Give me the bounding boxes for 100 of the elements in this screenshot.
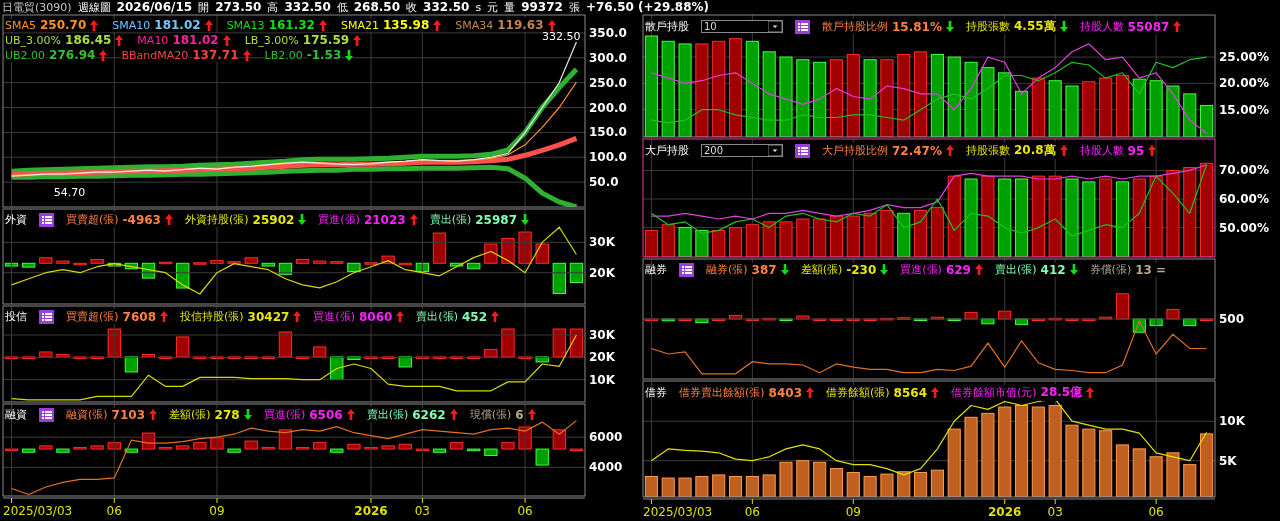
stat-value: 25987	[475, 212, 517, 227]
axis-tick-label: 20K	[589, 350, 615, 365]
stat-value: 95	[1127, 143, 1145, 158]
stat-value: 15.81%	[892, 19, 942, 34]
axis-tick-label: 70.00%	[1219, 163, 1269, 178]
axis-tick-label: 20K	[589, 265, 615, 280]
price-label: 54.70	[53, 185, 86, 199]
panel-title: 外資	[5, 212, 27, 227]
stock-name: 日電貿(3090)	[2, 0, 72, 15]
quote-date: 2026/06/15	[116, 0, 193, 14]
axis-date-label: 03	[1047, 505, 1063, 519]
stat-value: 4.55萬	[1014, 18, 1056, 35]
axis-date-label: 2026	[988, 505, 1022, 519]
axis-tick-label: 200.0	[589, 100, 627, 115]
stat-value: 137.71	[192, 48, 239, 62]
stat-value: 28.5億	[1040, 384, 1083, 401]
axis-tick-label: 10K	[589, 372, 615, 387]
axis-tick-label: 350.0	[589, 25, 627, 40]
stat-label: SMA21	[340, 18, 379, 32]
axis-date-label: 09	[845, 505, 861, 519]
stat-value: 161.32	[268, 18, 315, 32]
stat-value: 25902	[252, 212, 295, 227]
stat-value: 175.59	[302, 33, 350, 47]
panel-title: 投信	[5, 309, 27, 324]
axis-tick-label: 150.0	[589, 125, 627, 140]
stat-label: 持股張數	[966, 143, 1010, 158]
stat-value: 629	[945, 262, 971, 277]
axis-tick-label: 5K	[1219, 453, 1237, 468]
stat-value: 452	[461, 309, 487, 324]
stat-value: 72.47%	[892, 143, 942, 158]
axis-date-label: 06	[106, 504, 122, 518]
stat-value: 250.70	[40, 18, 87, 32]
axis-date-label: 2026	[354, 504, 388, 518]
axis-tick-label: 100.0	[589, 150, 627, 165]
stat-label: 賣出(張)	[366, 407, 409, 422]
stat-label: 現償(張)	[469, 407, 512, 422]
stat-label: 外資持股(張)	[185, 212, 249, 227]
stat-label: 融資(張)	[66, 407, 108, 422]
stat-label: 散戶持股比例	[822, 19, 888, 34]
axis-date-label: 06	[1148, 505, 1164, 519]
stat-label: 賣出(張)	[416, 309, 458, 324]
axis-date-label: 03	[414, 504, 430, 518]
panel-title: 融券	[645, 262, 667, 277]
stat-label: LB2.00	[264, 48, 303, 62]
stat-label: SMA34	[455, 18, 494, 32]
stat-label: UB2.00	[5, 48, 46, 62]
axis-date-label: 2025/03/03	[643, 505, 713, 519]
stat-value: 30427	[247, 309, 290, 324]
stat-value: 8060	[358, 309, 393, 324]
stat-value: -230	[846, 262, 877, 277]
axis-tick-label: 20.00%	[1219, 76, 1269, 91]
stat-label: 借券餘額(張)	[826, 385, 890, 400]
stat-value: 135.98	[382, 18, 430, 32]
quote-value: 99372	[521, 0, 563, 14]
stat-value: 119.63	[497, 18, 544, 32]
quote-unit: 元	[487, 0, 499, 15]
axis-tick-label: 6000	[589, 430, 623, 445]
stat-label: 差額(張)	[169, 407, 211, 422]
price-change: +76.50 (+29.88%)	[585, 0, 710, 14]
axis-tick-label: 500	[1219, 312, 1245, 326]
stat-label: 買賣超(張)	[66, 309, 119, 324]
quote-value: 268.50	[353, 0, 401, 14]
stat-label: 投信持股(張)	[180, 309, 244, 324]
stat-label: 買進(張)	[263, 407, 306, 422]
stat-value: 278	[214, 407, 240, 422]
stat-value: 20.8萬	[1014, 142, 1056, 159]
panel-title: 散戶持股	[645, 19, 689, 34]
stat-value: 6506	[309, 407, 343, 422]
axis-tick-label: 25.00%	[1219, 50, 1269, 65]
axis-tick-label: 250.0	[589, 75, 627, 90]
stat-label: 持股張數	[966, 19, 1010, 34]
period-label: 週線圖	[77, 0, 111, 15]
stat-label: 券償(張)	[1089, 262, 1132, 277]
axis-tick-label: 15.00%	[1219, 102, 1269, 117]
stat-label: 買賣超(張)	[66, 212, 119, 227]
stat-value: 181.02	[154, 18, 201, 32]
stat-label: 持股人數	[1079, 19, 1124, 34]
panel-title: 融資	[5, 407, 27, 422]
dropdown[interactable]: 200	[701, 144, 783, 157]
axis-tick-label: 30K	[589, 328, 615, 342]
quote-value: 332.50	[284, 0, 331, 14]
axis-tick-label: 300.0	[589, 50, 627, 65]
axis-tick-label: 10K	[1219, 414, 1245, 429]
stat-label: SMA5	[5, 18, 36, 32]
stat-value: 181.02	[172, 33, 219, 47]
axis-tick-label: 50.0	[589, 175, 619, 190]
stat-value: 8403	[768, 385, 802, 400]
stat-value: 186.45	[65, 33, 112, 47]
stat-value: 6262	[412, 407, 446, 422]
stat-value: 8564	[893, 385, 927, 400]
stat-value: 7608	[122, 309, 156, 324]
dropdown[interactable]: 10	[701, 20, 783, 33]
quote-unit: 張	[568, 0, 580, 15]
stat-value: -1.53	[306, 48, 342, 62]
stat-label: 買進(張)	[900, 262, 942, 277]
panel-title: 大戶持股	[645, 143, 689, 158]
axis-tick-label: 60.00%	[1219, 192, 1269, 206]
stat-value: -4963	[122, 212, 161, 227]
axis-date-label: 2025/03/03	[3, 504, 73, 518]
stat-label: 買進(張)	[318, 212, 360, 227]
